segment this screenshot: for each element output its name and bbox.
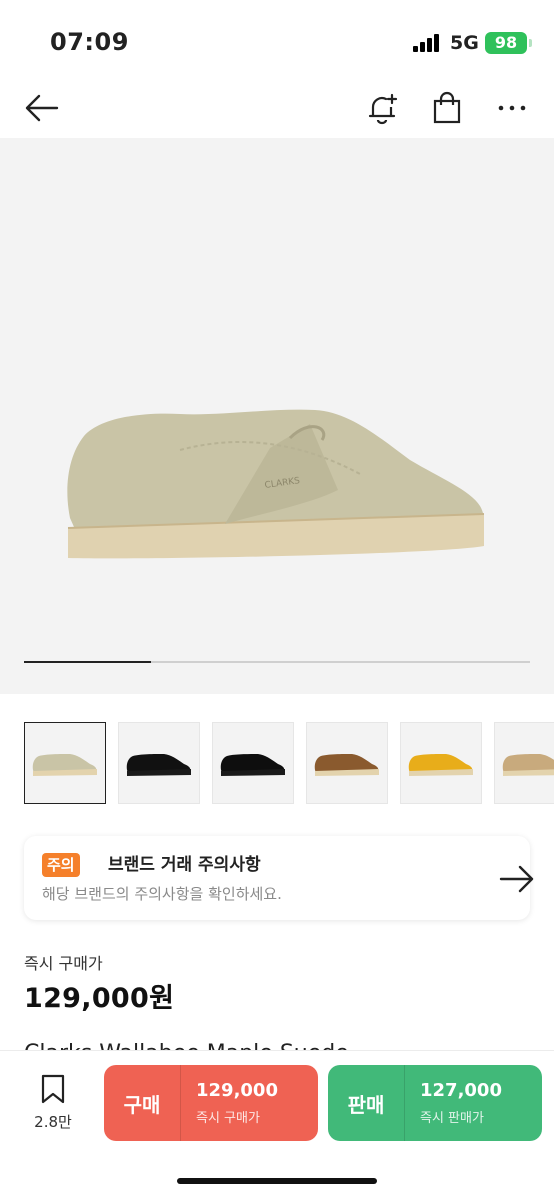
thumbnail-shoe-image xyxy=(32,754,97,776)
price-label: 즉시 구매가 xyxy=(24,954,103,973)
thumbnail-shoe-image xyxy=(314,754,379,776)
sell-divider xyxy=(404,1065,405,1141)
notice-subtitle: 해당 브랜드의 주의사항을 확인하세요. xyxy=(42,885,282,903)
brand-notice-card[interactable]: 주의 브랜드 거래 주의사항 해당 브랜드의 주의사항을 확인하세요. xyxy=(24,836,534,920)
sell-price: 127,000 xyxy=(420,1080,502,1101)
back-button[interactable] xyxy=(22,88,62,128)
status-bar: 07:09 5G 98 xyxy=(0,0,554,80)
back-arrow-icon xyxy=(25,94,59,122)
wishlist-button[interactable]: 2.8만 xyxy=(24,1073,82,1132)
wish-count: 2.8만 xyxy=(34,1113,72,1131)
gallery-progress xyxy=(24,661,530,663)
sell-sub: 즉시 판매가 xyxy=(420,1111,484,1126)
thumbnail-4[interactable] xyxy=(306,722,388,804)
thumbnail-5[interactable] xyxy=(400,722,482,804)
thumbnail-2[interactable] xyxy=(118,722,200,804)
price-value: 129,000원 xyxy=(24,983,175,1014)
network-type: 5G xyxy=(450,32,479,54)
product-gallery[interactable]: CLARKS xyxy=(0,138,554,694)
buy-divider xyxy=(180,1065,181,1141)
buy-tag: 구매 xyxy=(123,1092,161,1117)
gallery-progress-fill xyxy=(24,661,151,663)
cart-button[interactable] xyxy=(427,88,467,128)
thumbnail-shoe-image xyxy=(502,754,554,776)
thumbnail-shoe-image xyxy=(220,754,285,776)
status-time: 07:09 xyxy=(50,28,129,56)
buy-button[interactable]: 구매 129,000 즉시 구매가 xyxy=(104,1065,318,1141)
alert-button[interactable] xyxy=(362,88,402,128)
shopping-bag-icon xyxy=(433,91,461,124)
buy-sub: 즉시 구매가 xyxy=(196,1111,260,1126)
bell-plus-icon xyxy=(368,93,398,125)
home-indicator xyxy=(177,1178,377,1184)
thumbnail-shoe-image xyxy=(126,754,191,776)
notice-title: 브랜드 거래 주의사항 xyxy=(108,855,261,875)
battery-icon: 98 xyxy=(485,32,532,54)
notice-badge: 주의 xyxy=(42,853,80,877)
bookmark-icon xyxy=(41,1074,65,1104)
thumbnail-shoe-image xyxy=(408,754,473,776)
thumbnail-strip xyxy=(24,722,554,806)
buy-price: 129,000 xyxy=(196,1080,278,1101)
thumbnail-1[interactable] xyxy=(24,722,106,804)
arrow-right-icon xyxy=(499,865,534,893)
top-nav xyxy=(0,80,554,138)
sell-tag: 판매 xyxy=(347,1092,385,1117)
thumbnail-3[interactable] xyxy=(212,722,294,804)
product-image: CLARKS xyxy=(67,409,485,559)
more-button[interactable] xyxy=(492,88,532,128)
more-icon xyxy=(498,105,526,111)
signal-icon xyxy=(413,34,443,52)
sell-button[interactable]: 판매 127,000 즉시 판매가 xyxy=(328,1065,542,1141)
thumbnail-6[interactable] xyxy=(494,722,554,804)
